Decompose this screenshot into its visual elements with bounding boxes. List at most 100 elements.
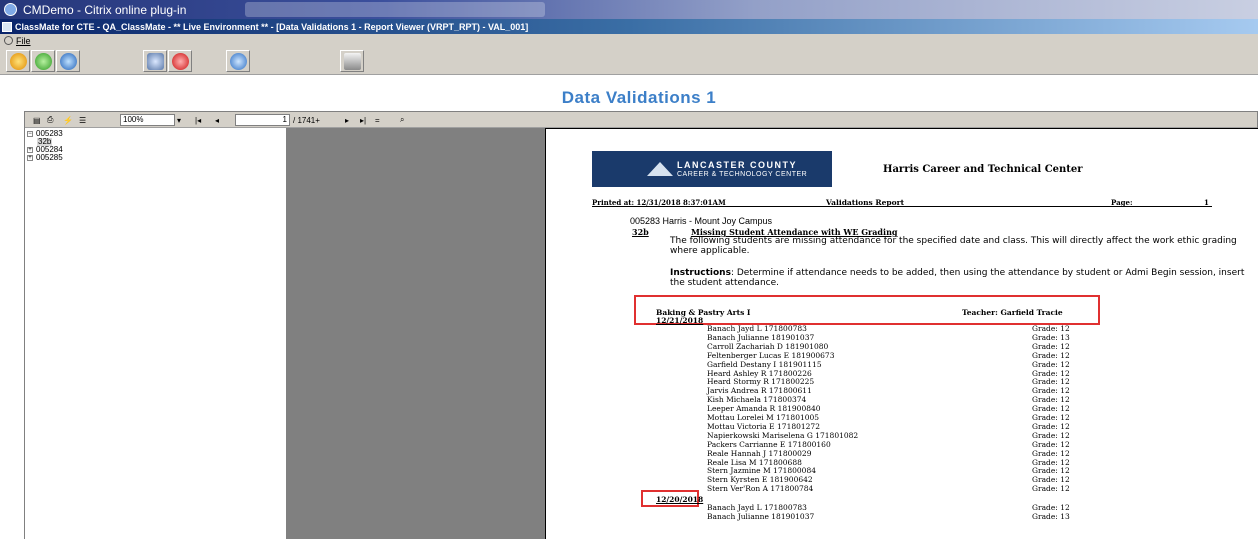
attendance-date: 12/20/2018 xyxy=(656,495,704,505)
prev-page-icon[interactable]: ◂ xyxy=(215,114,219,126)
student-grade: Grade: 12 xyxy=(1032,475,1070,485)
student-grade: Grade: 12 xyxy=(1032,324,1070,333)
student-name: Kish Michaela 171800374 xyxy=(707,395,807,405)
student-grade: Grade: 12 xyxy=(1032,386,1070,396)
users-icon xyxy=(146,52,164,70)
teacher-name: Teacher: Garfield Tracie xyxy=(962,308,1063,317)
users-button[interactable] xyxy=(143,50,167,72)
tree-node-005285[interactable]: + 005285 xyxy=(25,154,286,162)
student-grade: Grade: 13 xyxy=(1032,332,1070,342)
expand-icon[interactable]: + xyxy=(27,147,33,153)
help-button[interactable] xyxy=(226,50,250,72)
citrix-icon xyxy=(4,3,17,16)
student-name: Banach Julianne 181901037 xyxy=(707,512,815,521)
campus-heading: 005283 Harris - Mount Joy Campus xyxy=(630,216,773,226)
refresh-icon[interactable]: ⚡ xyxy=(63,114,73,126)
logo-mountain-icon xyxy=(647,162,673,176)
lancaster-logo: LANCASTER COUNTY CAREER & TECHNOLOGY CEN… xyxy=(592,151,832,187)
zoom-dropdown-icon[interactable]: ▾ xyxy=(177,114,181,126)
validation-instructions: Instructions: Determine if attendance ne… xyxy=(670,268,1258,288)
zoom-select[interactable]: 100% xyxy=(120,114,175,126)
student-name: Heard Stormy R 171800225 xyxy=(707,377,815,387)
system-menu-icon[interactable] xyxy=(4,36,13,45)
student-grade: Grade: 12 xyxy=(1032,457,1070,467)
student-grade: Grade: 12 xyxy=(1032,448,1070,458)
app-title-bar: ClassMate for CTE - QA_ClassMate - ** Li… xyxy=(0,19,1258,34)
student-grade: Grade: 12 xyxy=(1032,413,1070,422)
menu-file[interactable]: File xyxy=(16,36,31,46)
student-name: Carroll Zachariah D 181901080 xyxy=(707,341,829,351)
expand-icon[interactable]: + xyxy=(27,155,33,161)
viewer-toolbar: ▤ ⎙ ⚡ ☰ 100% ▾ |◂ ◂ 1 / 1741+ ▸ ▸| = ⌕ xyxy=(25,112,1257,128)
citrix-title-bar: CMDemo - Citrix online plug-in xyxy=(0,0,1258,19)
student-name: Feltenberger Lucas E 181900673 xyxy=(707,350,835,360)
student-name: Stern Ver'Ron A 171800784 xyxy=(707,484,814,494)
student-grade: Grade: 12 xyxy=(1032,359,1070,369)
student-name: Mottau Lorelei M 171801005 xyxy=(707,413,820,422)
collapse-icon[interactable]: − xyxy=(27,131,33,137)
cancel-button[interactable] xyxy=(168,50,192,72)
main-toolbar xyxy=(0,47,1258,75)
student-name: Leeper Amanda R 181900840 xyxy=(707,404,821,414)
print-button[interactable] xyxy=(340,50,364,72)
info-icon xyxy=(59,52,77,70)
student-grade: Grade: 12 xyxy=(1032,466,1070,476)
group-tree-icon[interactable]: ☰ xyxy=(79,114,86,126)
student-name: Reale Hannah J 171800029 xyxy=(707,448,812,458)
logo-line2: CAREER & TECHNOLOGY CENTER xyxy=(677,171,808,178)
tree-node-label: 005285 xyxy=(36,153,63,162)
export-icon[interactable]: ⎙ xyxy=(47,114,53,126)
exit-button[interactable] xyxy=(6,50,30,72)
help-icon xyxy=(229,52,247,70)
student-name: Napierkowski Mariselena G 171801082 xyxy=(707,430,859,440)
page-number-input[interactable]: 1 xyxy=(235,114,290,126)
validation-code: 32b xyxy=(632,227,649,237)
student-name: Mottau Victoria E 171801272 xyxy=(707,421,820,431)
logo-line1: LANCASTER COUNTY xyxy=(677,160,797,170)
instructions-label: Instructions xyxy=(670,268,731,278)
student-grade: Grade: 12 xyxy=(1032,404,1070,414)
student-name: Jarvis Andrea R 171800611 xyxy=(707,386,812,396)
student-grade: Grade: 12 xyxy=(1032,503,1070,513)
print-icon[interactable]: ▤ xyxy=(33,114,41,126)
tree-node-32b[interactable]: 32b xyxy=(25,138,286,146)
instructions-text: : Determine if attendance needs to be ad… xyxy=(670,268,1245,288)
tree-node-005284[interactable]: + 005284 xyxy=(25,146,286,154)
citrix-background-tab[interactable] xyxy=(245,2,545,17)
student-name: Banach Julianne 181901037 xyxy=(707,332,815,342)
tree-node-005283[interactable]: − 005283 xyxy=(25,130,286,138)
student-grade: Grade: 12 xyxy=(1032,484,1070,494)
refresh-icon xyxy=(34,52,52,70)
attendance-date: 12/21/2018 xyxy=(656,316,704,325)
viewer-background xyxy=(287,128,569,539)
student-grade: Grade: 12 xyxy=(1032,368,1070,378)
student-name: Stern Kyrsten E 181900642 xyxy=(707,475,813,485)
citrix-title: CMDemo - Citrix online plug-in xyxy=(23,2,187,17)
group-tree: − 005283 32b + 005284 + 005285 xyxy=(25,128,287,539)
student-name: Stern Jazmine M 171800084 xyxy=(707,466,816,476)
printer-icon xyxy=(343,52,361,70)
student-grade: Grade: 12 xyxy=(1032,439,1070,449)
menu-bar: File xyxy=(0,34,1258,47)
power-icon xyxy=(9,52,27,70)
student-name: Packers Carrianne E 171800160 xyxy=(707,439,831,449)
page-total: / 1741+ xyxy=(293,115,320,125)
first-page-icon[interactable]: |◂ xyxy=(195,114,201,126)
last-page-icon[interactable]: ▸| xyxy=(360,114,366,126)
header-divider xyxy=(592,206,1212,207)
info-button[interactable] xyxy=(56,50,80,72)
student-grade: Grade: 12 xyxy=(1032,341,1070,351)
stop-icon[interactable]: = xyxy=(375,114,380,126)
student-grade: Grade: 12 xyxy=(1032,350,1070,360)
student-name: Banach Jayd L 171800783 xyxy=(707,324,807,333)
next-page-icon[interactable]: ▸ xyxy=(345,114,349,126)
student-name: Garfield Destany I 181901115 xyxy=(707,359,822,369)
report-page: LANCASTER COUNTY CAREER & TECHNOLOGY CEN… xyxy=(545,128,1258,539)
search-icon[interactable]: ⌕ xyxy=(400,114,404,126)
app-icon xyxy=(2,21,12,32)
student-name: Reale Lisa M 171800688 xyxy=(707,457,802,467)
student-grade: Grade: 13 xyxy=(1032,512,1070,521)
refresh-button[interactable] xyxy=(31,50,55,72)
close-icon xyxy=(171,52,189,70)
student-name: Banach Jayd L 171800783 xyxy=(707,503,807,513)
